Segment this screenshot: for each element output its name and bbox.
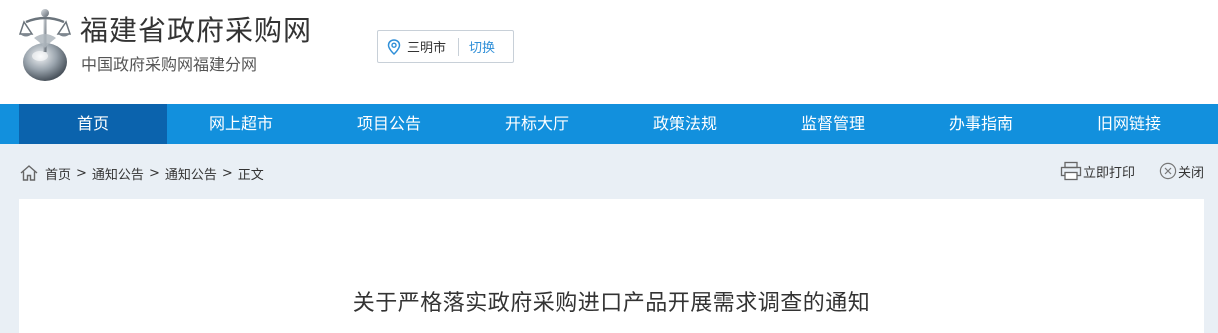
breadcrumb-notices[interactable]: 通知公告	[92, 164, 144, 183]
site-subtitle: 中国政府采购网福建分网	[81, 55, 258, 74]
nav-item-1[interactable]: 首页	[19, 104, 167, 144]
breadcrumb-separator: >	[148, 165, 160, 181]
main-nav: 首页 网上超市 项目公告 开标大厅 政策法规 监督管理 办事指南 旧网链接	[0, 104, 1218, 144]
nav-item-7[interactable]: 办事指南	[907, 104, 1055, 144]
breadcrumb-separator: >	[76, 165, 87, 181]
nav-item-8[interactable]: 旧网链接	[1055, 104, 1203, 144]
close-icon	[1159, 162, 1177, 180]
nav-item-3[interactable]: 项目公告	[315, 104, 463, 144]
breadcrumb-home[interactable]: 首页	[45, 164, 71, 183]
nav-item-2[interactable]: 网上超市	[167, 104, 315, 144]
breadcrumb-notices-sub[interactable]: 通知公告	[165, 164, 217, 183]
breadcrumb-current: 正文	[237, 167, 264, 183]
nav-item-5[interactable]: 政策法规	[611, 104, 759, 144]
printer-icon	[1060, 161, 1082, 181]
site-header: 福建省政府采购网 中国政府采购网福建分网 三明市 切换	[0, 0, 1218, 104]
current-city: 三明市	[407, 41, 447, 56]
nav-list: 首页 网上超市 项目公告 开标大厅 政策法规 监督管理 办事指南 旧网链接	[19, 104, 1218, 144]
city-divider	[458, 37, 460, 56]
article-tools: 立即打印 关闭	[1060, 161, 1204, 181]
article-panel: 关于严格落实政府采购进口产品开展需求调查的通知	[19, 199, 1204, 333]
scales-of-justice-emblem-icon[interactable]	[18, 4, 72, 84]
city-selector[interactable]: 三明市 切换	[377, 30, 514, 63]
breadcrumb: 首页 > 通知公告 > 通知公告 > 正文	[19, 163, 264, 183]
article-title: 关于严格落实政府采购进口产品开展需求调查的通知	[352, 291, 871, 316]
print-button[interactable]: 立即打印	[1060, 161, 1135, 181]
breadcrumb-separator: >	[221, 165, 233, 181]
nav-item-4[interactable]: 开标大厅	[463, 104, 611, 144]
location-pin-icon	[387, 38, 401, 55]
close-button[interactable]: 关闭	[1159, 162, 1204, 181]
close-label: 关闭	[1177, 165, 1204, 181]
print-label: 立即打印	[1082, 165, 1135, 181]
home-icon[interactable]	[19, 164, 39, 182]
site-title[interactable]: 福建省政府采购网	[80, 14, 312, 48]
nav-item-6[interactable]: 监督管理	[759, 104, 907, 144]
switch-city-link[interactable]: 切换	[469, 37, 495, 56]
